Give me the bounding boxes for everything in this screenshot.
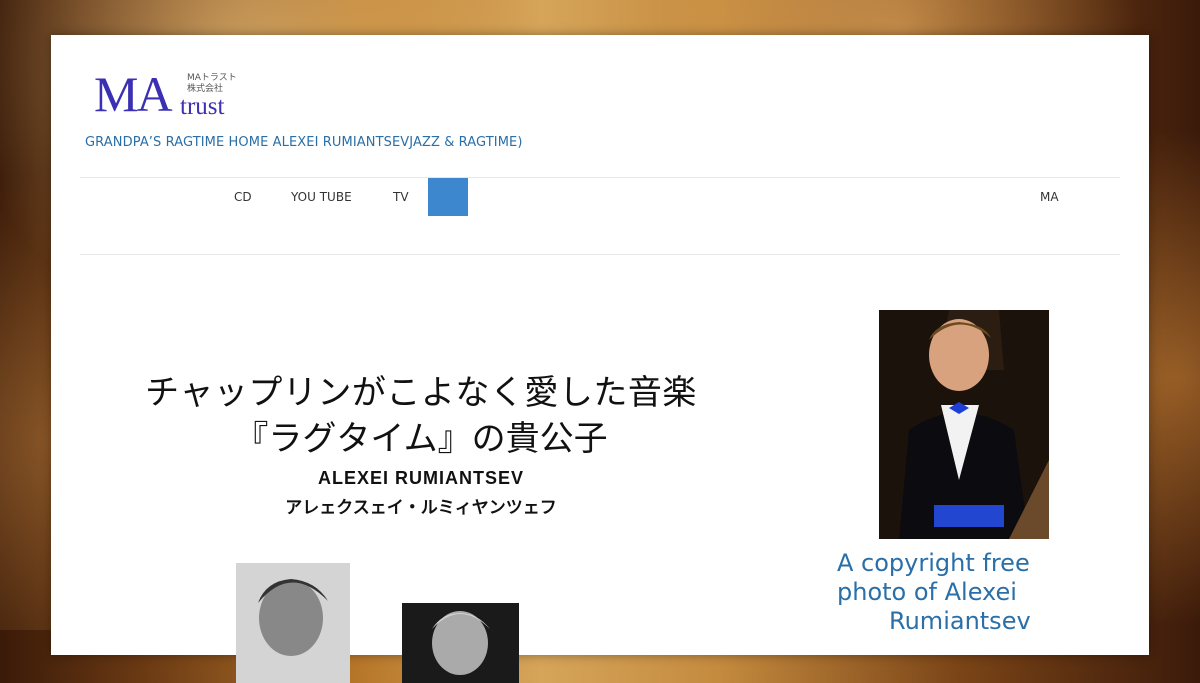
logo-trust-text: trust xyxy=(180,93,225,120)
main-nav: CD YOU TUBE TV MA xyxy=(80,178,1120,216)
content-card: MA MAトラスト 株式会社 trust GRANDPA’S RAGTIME H… xyxy=(51,35,1149,683)
artist-portrait-image xyxy=(879,310,1049,539)
caption-line1: A copyright free xyxy=(837,549,1030,577)
artist-name-ja: アレェクスェイ・ルミィヤンツェフ xyxy=(285,498,557,518)
artist-photo-bw-1[interactable] xyxy=(236,563,350,683)
artist-photo-bw-2[interactable] xyxy=(402,603,519,683)
logo-sub-line1: MAトラスト xyxy=(187,73,237,83)
caption-line2: photo of Alexei xyxy=(837,578,1017,606)
artist-name-en: ALEXEI RUMIANTSEV xyxy=(317,468,525,488)
headline-line2: 『ラグタイム』の貴公子 xyxy=(234,419,608,459)
artist-photo[interactable] xyxy=(879,310,1049,539)
photo-caption[interactable]: A copyright free photo of Alexei Rumiant… xyxy=(837,549,1089,636)
nav-item-cd[interactable]: CD xyxy=(234,178,252,216)
nav-item-ma[interactable]: MA xyxy=(1040,178,1059,216)
nav-item-tv[interactable]: TV xyxy=(393,178,409,216)
photo-bw-2-image xyxy=(402,603,519,683)
caption-line3: Rumiantsev xyxy=(889,607,1031,635)
site-logo[interactable]: MA MAトラスト 株式会社 trust xyxy=(94,69,254,123)
photo-bw-1-image xyxy=(236,563,350,683)
logo-ma-text: MA xyxy=(94,66,173,122)
nav-bottom-divider xyxy=(80,254,1120,255)
headline-line1: チャップリンがこよなく愛した音楽 xyxy=(145,373,697,413)
nav-item-active[interactable] xyxy=(428,178,468,216)
logo-company-name: MAトラスト 株式会社 xyxy=(187,73,237,95)
site-tagline[interactable]: GRANDPA’S RAGTIME HOME ALEXEI RUMIANTSEV… xyxy=(85,135,523,150)
nav-item-youtube[interactable]: YOU TUBE xyxy=(291,178,352,216)
hero-headline: チャップリンがこよなく愛した音楽 『ラグタイム』の貴公子 ALEXEI RUMI… xyxy=(111,370,731,518)
